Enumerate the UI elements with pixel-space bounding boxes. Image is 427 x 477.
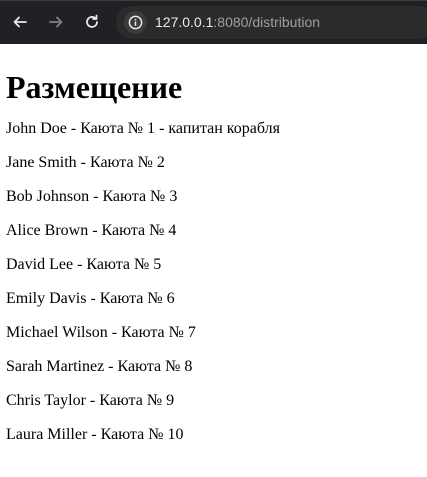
assignment-list: John Doe - Каюта № 1 - капитан корабля J… xyxy=(6,120,421,444)
page-content: Размещение John Doe - Каюта № 1 - капита… xyxy=(6,44,421,460)
page-title: Размещение xyxy=(6,69,183,105)
url-path: :8080/distribution xyxy=(213,14,321,30)
forward-arrow-icon xyxy=(49,16,63,28)
list-item: Emily Davis - Каюта № 6 xyxy=(6,290,175,307)
list-item: Chris Taylor - Каюта № 9 xyxy=(6,392,175,409)
site-info-button[interactable] xyxy=(124,11,147,34)
back-arrow-icon xyxy=(13,16,27,28)
address-bar[interactable]: 127.0.0.1:8080/distribution xyxy=(116,6,427,39)
reload-button[interactable] xyxy=(82,12,102,32)
url-host: 127.0.0.1 xyxy=(155,14,214,30)
info-icon xyxy=(128,15,143,30)
url-text[interactable]: 127.0.0.1:8080/distribution xyxy=(155,14,320,30)
reload-icon xyxy=(86,14,98,28)
list-item: Sarah Martinez - Каюта № 8 xyxy=(6,358,193,375)
list-item: Jane Smith - Каюта № 2 xyxy=(6,154,165,171)
browser-toolbar: 127.0.0.1:8080/distribution xyxy=(0,0,427,44)
list-item: Laura Miller - Каюта № 10 xyxy=(6,426,184,443)
list-item: Michael Wilson - Каюта № 7 xyxy=(6,324,196,341)
list-item: Alice Brown - Каюта № 4 xyxy=(6,222,177,239)
forward-button[interactable] xyxy=(46,12,66,32)
list-item: Bob Johnson - Каюта № 3 xyxy=(6,188,178,205)
list-item: David Lee - Каюта № 5 xyxy=(6,256,162,273)
list-item: John Doe - Каюта № 1 - капитан корабля xyxy=(6,120,280,137)
back-button[interactable] xyxy=(10,12,30,32)
